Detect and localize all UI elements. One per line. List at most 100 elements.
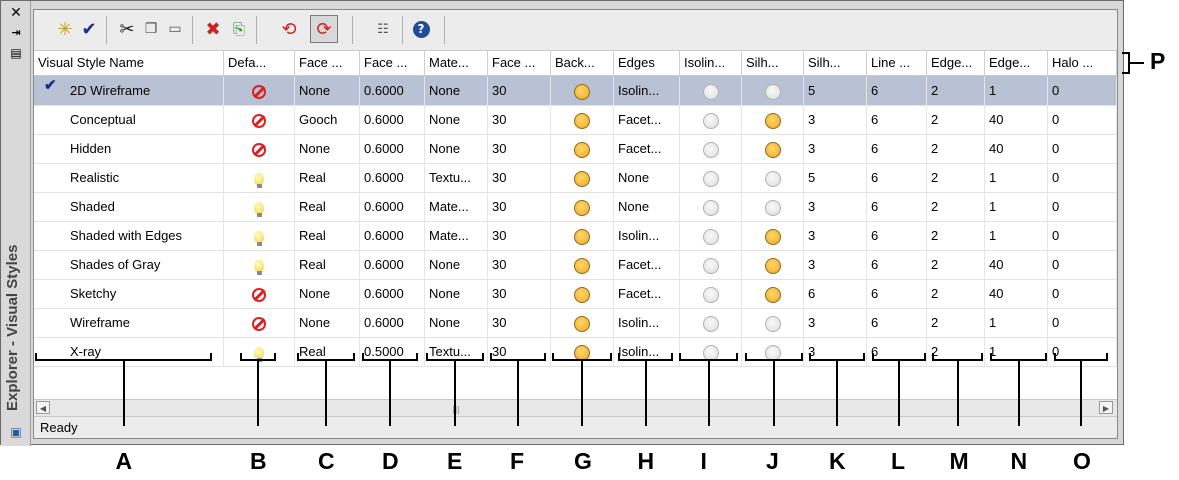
table-cell[interactable]: None <box>425 105 488 134</box>
table-cell[interactable]: 2 <box>927 250 985 279</box>
properties-icon[interactable]: ▤ <box>7 45 25 61</box>
table-cell[interactable]: Textu... <box>425 163 488 192</box>
light-on-icon[interactable] <box>764 141 781 158</box>
table-cell[interactable]: 0 <box>1048 250 1117 279</box>
table-cell[interactable]: Mate... <box>425 221 488 250</box>
column-header[interactable]: Isolin... <box>680 51 742 75</box>
light-off-icon[interactable] <box>764 170 781 187</box>
column-header[interactable]: Mate... <box>425 51 488 75</box>
table-cell[interactable]: None <box>425 134 488 163</box>
back-cell[interactable] <box>551 105 614 134</box>
table-cell[interactable]: 6 <box>867 221 927 250</box>
table-cell[interactable]: 0 <box>1048 221 1117 250</box>
table-cell[interactable]: 2 <box>927 134 985 163</box>
default-cell[interactable] <box>224 134 295 163</box>
table-cell[interactable]: 1 <box>985 192 1048 221</box>
close-icon[interactable]: ✕ <box>7 5 25 21</box>
table-cell[interactable]: 6 <box>804 279 867 308</box>
silh-cell[interactable] <box>742 163 804 192</box>
horizontal-scrollbar[interactable]: ◀ ||| ▶ <box>34 399 1117 416</box>
table-cell[interactable]: None <box>425 250 488 279</box>
table-cell[interactable]: 1 <box>985 76 1048 105</box>
silh-cell[interactable] <box>742 250 804 279</box>
back-cell[interactable] <box>551 76 614 105</box>
table-cell[interactable]: None <box>425 76 488 105</box>
table-cell[interactable]: 30 <box>488 163 551 192</box>
light-off-icon[interactable] <box>702 83 719 100</box>
column-header[interactable]: Face ... <box>360 51 425 75</box>
light-off-icon[interactable] <box>702 112 719 129</box>
visual-style-name[interactable]: Wireframe <box>34 308 224 337</box>
iso-cell[interactable] <box>680 221 742 250</box>
light-off-icon[interactable] <box>764 83 781 100</box>
table-cell[interactable]: 0.6000 <box>360 192 425 221</box>
table-cell[interactable]: Gooch <box>295 105 360 134</box>
default-cell[interactable] <box>224 163 295 192</box>
table-row[interactable]: Shades of Gray Real 0.6000 None 30 Facet... 3 6… <box>34 250 1117 280</box>
back-cell[interactable] <box>551 308 614 337</box>
table-cell[interactable]: 30 <box>488 105 551 134</box>
light-off-icon[interactable] <box>702 315 719 332</box>
table-cell[interactable]: 30 <box>488 192 551 221</box>
table-row[interactable]: Wireframe None 0.6000 None 30 Isolin... 3 6 2 1 0 <box>34 308 1117 338</box>
light-on-icon[interactable] <box>574 286 590 303</box>
light-off-icon[interactable] <box>702 199 719 216</box>
table-row[interactable]: Conceptual Gooch 0.6000 None 30 Facet... 3 6 2 40… <box>34 105 1117 135</box>
table-cell[interactable]: 30 <box>488 337 551 366</box>
silh-cell[interactable] <box>742 105 804 134</box>
visual-style-name[interactable]: Sketchy <box>34 279 224 308</box>
table-cell[interactable]: 40 <box>985 279 1048 308</box>
delete-icon[interactable]: ✖ <box>202 18 224 40</box>
table-cell[interactable]: 6 <box>867 76 927 105</box>
silh-cell[interactable] <box>742 76 804 105</box>
purge-pressed-icon[interactable]: ⟳ <box>313 18 335 40</box>
column-header[interactable]: Face ... <box>295 51 360 75</box>
table-cell[interactable]: None <box>295 279 360 308</box>
silh-cell[interactable] <box>742 192 804 221</box>
table-cell[interactable]: Mate... <box>425 192 488 221</box>
table-cell[interactable]: 30 <box>488 250 551 279</box>
table-cell[interactable]: Facet... <box>614 279 680 308</box>
iso-cell[interactable] <box>680 279 742 308</box>
column-header[interactable]: Halo ... <box>1048 51 1117 75</box>
table-cell[interactable]: 1 <box>985 163 1048 192</box>
silh-cell[interactable] <box>742 279 804 308</box>
column-header[interactable]: Back... <box>551 51 614 75</box>
visual-style-name[interactable]: Conceptual <box>34 105 224 134</box>
iso-cell[interactable] <box>680 134 742 163</box>
table-cell[interactable]: Facet... <box>614 250 680 279</box>
table-cell[interactable]: 2 <box>927 105 985 134</box>
iso-cell[interactable] <box>680 76 742 105</box>
table-cell[interactable]: 0 <box>1048 163 1117 192</box>
cut-icon[interactable]: ✂ <box>116 18 138 40</box>
table-cell[interactable]: 6 <box>867 163 927 192</box>
light-off-icon[interactable] <box>702 141 719 158</box>
visual-style-name[interactable]: X-ray <box>34 337 224 366</box>
iso-cell[interactable] <box>680 192 742 221</box>
table-cell[interactable]: None <box>295 134 360 163</box>
table-cell[interactable]: Isolin... <box>614 337 680 366</box>
table-cell[interactable]: 0.6000 <box>360 105 425 134</box>
help-icon[interactable]: ? <box>410 18 432 40</box>
light-on-icon[interactable] <box>574 141 590 158</box>
iso-cell[interactable] <box>680 308 742 337</box>
table-cell[interactable]: Real <box>295 163 360 192</box>
table-cell[interactable]: 40 <box>985 105 1048 134</box>
table-cell[interactable]: None <box>295 76 360 105</box>
table-cell[interactable]: 40 <box>985 134 1048 163</box>
column-header[interactable]: Edge... <box>985 51 1048 75</box>
table-row[interactable]: Shaded with Edges Real 0.6000 Mate... 30 Isol… <box>34 221 1117 251</box>
auto-hide-icon[interactable]: ⇥ <box>7 25 25 41</box>
table-cell[interactable]: 5 <box>804 163 867 192</box>
light-on-icon[interactable] <box>764 286 781 303</box>
table-cell[interactable]: 6 <box>867 279 927 308</box>
table-cell[interactable]: None <box>295 308 360 337</box>
table-cell[interactable]: 0.6000 <box>360 308 425 337</box>
default-cell[interactable] <box>224 337 295 366</box>
iso-cell[interactable] <box>680 163 742 192</box>
visual-style-name[interactable]: 2D Wireframe <box>34 76 224 105</box>
table-row[interactable]: Realistic Real 0.6000 Textu... 30 None 5 6 2 1 0 <box>34 163 1117 193</box>
table-cell[interactable]: Textu... <box>425 337 488 366</box>
table-cell[interactable]: Isolin... <box>614 76 680 105</box>
table-cell[interactable]: 3 <box>804 308 867 337</box>
